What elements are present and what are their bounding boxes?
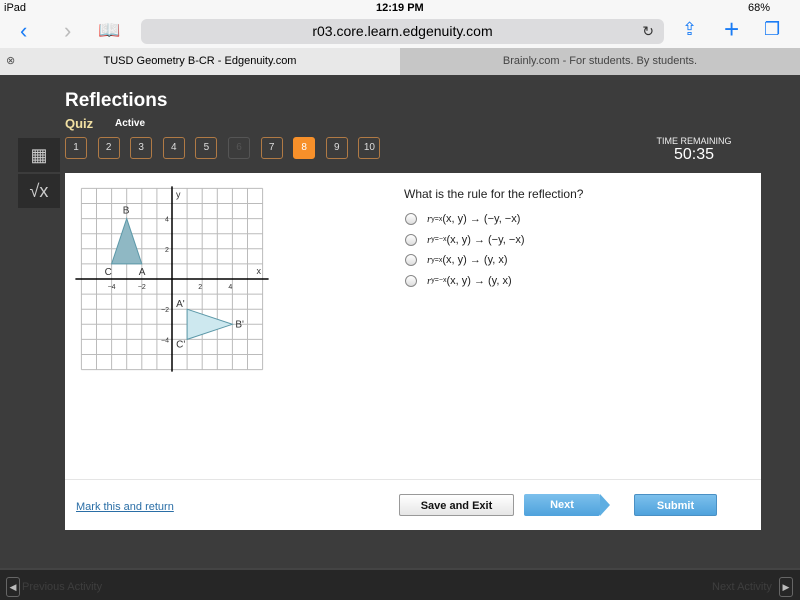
x-tick-label: −2 (138, 284, 146, 291)
vertex-label: C' (176, 339, 185, 350)
question-3-button[interactable]: 3 (130, 137, 153, 159)
divider (65, 479, 761, 480)
calculator-button[interactable]: ▦ (18, 138, 60, 172)
radio-button[interactable] (405, 233, 417, 246)
square-root-icon: √x (29, 181, 49, 201)
y-tick-label: 2 (165, 247, 169, 254)
question-1-button[interactable]: 1 (65, 137, 87, 159)
previous-activity-button[interactable]: ◀ (6, 577, 20, 597)
new-tab-icon[interactable]: + (724, 14, 739, 45)
submit-button[interactable]: Submit (634, 494, 717, 516)
left-arrow-icon: ◀ (9, 582, 17, 592)
mark-and-return-link[interactable]: Mark this and return (76, 501, 174, 513)
answer-option[interactable]: r y=x (x, y) → (y, x) (405, 254, 508, 266)
y-tick-label: −2 (161, 307, 169, 314)
save-and-exit-button[interactable]: Save and Exit (399, 494, 514, 516)
vertex-label: B' (235, 319, 244, 330)
rule-mapping: (x, y) → (y, x) (446, 274, 512, 287)
share-icon[interactable]: ⇪ (682, 19, 697, 40)
vertex-label: C (105, 267, 112, 278)
next-button[interactable]: Next (524, 494, 610, 516)
question-7-button[interactable]: 7 (260, 137, 283, 159)
close-tab-icon[interactable]: ⊗ (6, 48, 15, 75)
tab-brainly[interactable]: Brainly.com - For students. By students. (400, 48, 800, 75)
tab-edgenuity[interactable]: ⊗ TUSD Geometry B-CR - Edgenuity.com (0, 48, 400, 75)
question-card: x y −4 −2 2 4 4 2 −2 −4 A B C A' B' C' What is the rule… (65, 173, 761, 530)
rule-mapping: (x, y) → (−y, −x) (446, 233, 525, 246)
radio-button[interactable] (405, 274, 417, 287)
previous-activity-label: Previous Activity (22, 581, 103, 593)
formula-button[interactable]: √x (18, 174, 60, 208)
question-6-button: 6 (228, 137, 250, 159)
question-4-button[interactable]: 4 (162, 137, 185, 159)
timer-label: TIME REMAINING (656, 136, 732, 146)
calculator-icon: ▦ (30, 145, 48, 165)
activity-footer: ◀ Previous Activity Next Activity ▶ (0, 568, 800, 600)
browser-toolbar: ‹ › 📖 r03.core.learn.edgenuity.com ↻ ⇪ +… (0, 14, 800, 48)
rule-mapping: (x, y) → (−y, −x) (442, 213, 521, 225)
rule-line: y=x (431, 215, 443, 223)
forward-icon[interactable]: › (64, 18, 71, 44)
back-icon[interactable]: ‹ (20, 18, 27, 44)
question-9-button[interactable]: 9 (325, 137, 348, 159)
y-tick-label: −4 (161, 337, 169, 344)
vertex-label: B (123, 206, 130, 217)
question-10-button[interactable]: 10 (358, 137, 381, 159)
clock: 12:19 PM (376, 2, 424, 14)
y-tick-label: 4 (165, 217, 169, 224)
tab-label: Brainly.com - For students. By students. (502, 55, 698, 67)
question-5-button[interactable]: 5 (195, 137, 218, 159)
activity-type: Quiz (65, 116, 94, 131)
next-activity-label: Next Activity (712, 581, 772, 593)
page-title: Reflections (65, 90, 168, 111)
activity-state: Active (115, 118, 146, 129)
timer: 50:35 (673, 146, 715, 163)
rule-line: y=x (431, 256, 443, 264)
answer-option[interactable]: r y=−x (x, y) → (y, x) (405, 274, 512, 287)
triangle-abc (110, 217, 143, 265)
question-text: What is the rule for the reflection? (404, 187, 584, 201)
triangle-abc-prime (186, 308, 234, 341)
vertex-label: A' (176, 299, 185, 310)
radio-button[interactable] (405, 254, 417, 266)
device-name: iPad (4, 2, 27, 14)
x-axis-label: x (257, 266, 262, 276)
url-text: r03.core.learn.edgenuity.com (312, 23, 493, 39)
question-2-button[interactable]: 2 (97, 137, 120, 159)
tabs-icon[interactable]: ❐ (764, 19, 780, 40)
x-tick-label: −4 (108, 284, 116, 291)
reload-icon[interactable]: ↻ (642, 19, 654, 44)
right-arrow-icon: ▶ (782, 582, 790, 592)
x-tick-label: 2 (198, 284, 202, 291)
y-axis-label: y (176, 189, 181, 199)
tab-label: TUSD Geometry B-CR - Edgenuity.com (103, 55, 297, 67)
x-tick-label: 4 (228, 284, 232, 291)
url-bar[interactable]: r03.core.learn.edgenuity.com ↻ (141, 19, 664, 44)
battery-level: 68% (748, 2, 771, 14)
bookmarks-icon[interactable]: 📖 (98, 20, 120, 41)
vertex-label: A (139, 267, 146, 278)
rule-mapping: (x, y) → (y, x) (442, 254, 508, 266)
answer-option[interactable]: r y=x (x, y) → (−y, −x) (405, 213, 520, 225)
rule-line: y=−x (431, 236, 447, 243)
coordinate-graph: x y −4 −2 2 4 4 2 −2 −4 A B C A' B' C' (75, 186, 269, 372)
tab-bar: ⊗ TUSD Geometry B-CR - Edgenuity.com Brai… (0, 48, 800, 75)
rule-line: y=−x (431, 277, 447, 284)
radio-button[interactable] (405, 213, 417, 225)
status-bar: iPad 12:19 PM 68% (0, 0, 800, 16)
question-8-button[interactable]: 8 (293, 137, 316, 159)
answer-option[interactable]: r y=−x (x, y) → (−y, −x) (405, 233, 525, 246)
next-activity-button[interactable]: ▶ (779, 577, 793, 597)
